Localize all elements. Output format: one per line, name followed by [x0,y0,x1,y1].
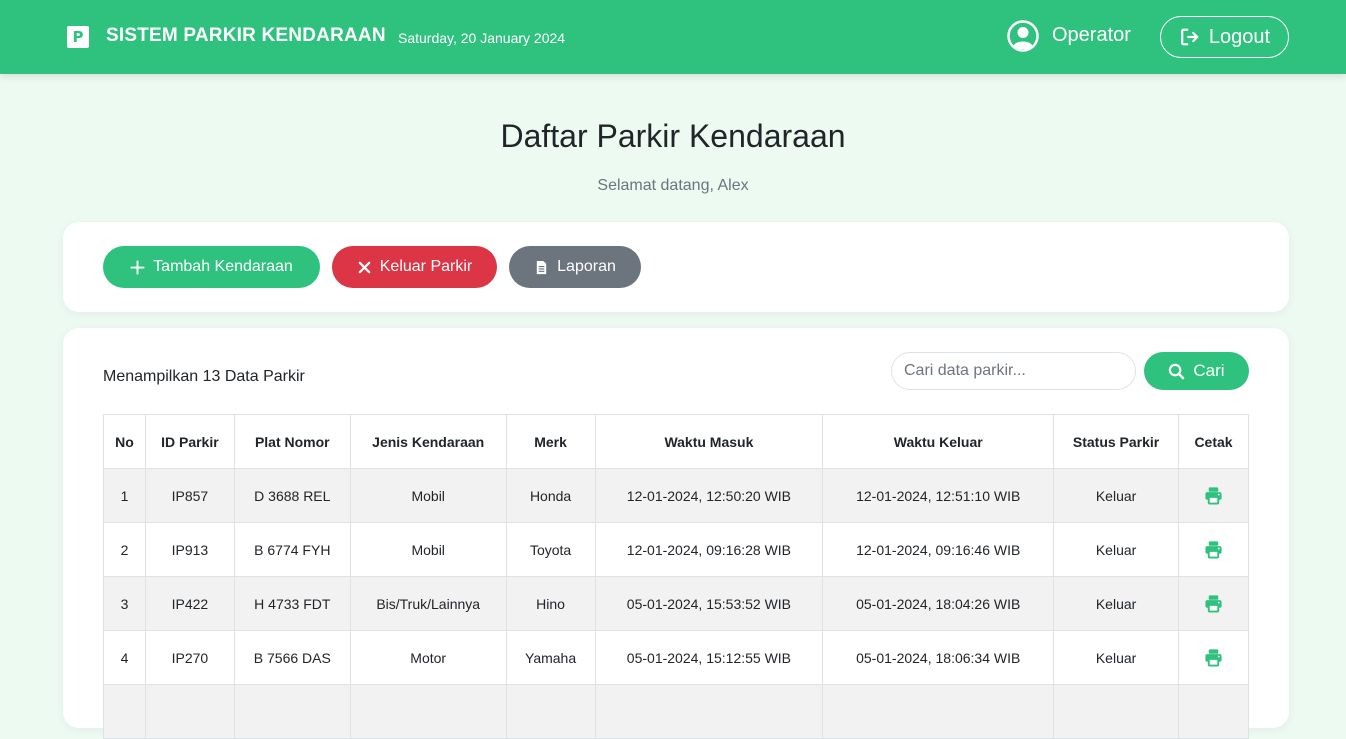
parking-table: No ID Parkir Plat Nomor Jenis Kendaraan … [103,414,1249,739]
cell-time-in: 12-01-2024, 12:50:20 WIB [594,468,824,523]
printer-icon[interactable] [1204,594,1223,613]
cell-vehicle-type: Bis/Truk/Lainnya [349,576,507,631]
cell-no: 1 [103,468,146,523]
cell-status: Keluar [1053,522,1180,577]
cell-parking-id: IP422 [144,576,235,631]
close-icon [358,261,371,273]
search-icon [1169,363,1185,379]
search-label: Cari [1193,361,1225,380]
cell-time-out: 05-01-2024, 18:04:26 WIB [822,576,1055,631]
cell-status: Keluar [1053,468,1180,523]
current-date: Saturday, 20 January 2024 [398,30,566,46]
cell-no [103,684,146,739]
cell-brand: Yamaha [505,630,596,685]
cell-no: 3 [103,576,146,631]
exit-parking-label: Keluar Parkir [379,258,473,275]
column-header-type: Jenis Kendaraan [349,414,507,469]
table-header-row: No ID Parkir Plat Nomor Jenis Kendaraan … [103,414,1249,469]
cell-plate: B 7566 DAS [233,630,351,685]
cell-print [1178,522,1249,577]
logout-label: Logout [1208,25,1271,48]
table-row: 1 IP857 D 3688 REL Mobil Honda 12-01-2024, 12… [103,468,1249,523]
action-card: Tambah Kendaraan Keluar Parkir Laporan [63,222,1289,312]
search-input[interactable] [891,352,1136,390]
cell-parking-id: IP270 [144,630,235,685]
cell-brand: Toyota [505,522,596,577]
cell-print [1178,684,1249,739]
cell-print [1178,630,1249,685]
logout-icon [1181,28,1199,46]
app-title: SISTEM PARKIR KENDARAAN [106,25,386,46]
cell-status: Keluar [1053,630,1180,685]
user-circle-icon[interactable] [1007,20,1039,52]
column-header-brand: Merk [505,414,596,469]
table-row: 2 IP913 B 6774 FYH Mobil Toyota 12-01-2024, 0… [103,522,1249,577]
printer-icon[interactable] [1204,648,1223,667]
column-header-print: Cetak [1178,414,1249,469]
navbar: P SISTEM PARKIR KENDARAAN Saturday, 20 J… [0,0,1346,74]
cell-time-out [822,684,1055,739]
cell-time-in: 05-01-2024, 15:12:55 WIB [594,630,824,685]
cell-plate [233,684,351,739]
cell-time-out: 12-01-2024, 12:51:10 WIB [822,468,1055,523]
cell-time-out: 05-01-2024, 18:06:34 WIB [822,630,1055,685]
cell-parking-id: IP913 [144,522,235,577]
logout-button[interactable]: Logout [1160,16,1289,58]
report-button[interactable]: Laporan [509,246,641,288]
add-vehicle-label: Tambah Kendaraan [153,258,293,275]
welcome-text: Selamat datang, Alex [597,177,749,194]
cell-brand: Hino [505,576,596,631]
exit-parking-button[interactable]: Keluar Parkir [332,246,497,288]
cell-plate: H 4733 FDT [233,576,351,631]
cell-plate: B 6774 FYH [233,522,351,577]
cell-parking-id [144,684,235,739]
record-count: Menampilkan 13 Data Parkir [103,368,305,385]
column-header-status: Status Parkir [1053,414,1180,469]
cell-time-in: 12-01-2024, 09:16:28 WIB [594,522,824,577]
printer-icon[interactable] [1204,540,1223,559]
column-header-time-in: Waktu Masuk [594,414,824,469]
cell-parking-id: IP857 [144,468,235,523]
table-row [103,684,1249,739]
cell-vehicle-type: Mobil [349,522,507,577]
search-button[interactable]: Cari [1144,352,1249,390]
cell-status: Keluar [1053,576,1180,631]
cell-vehicle-type [349,684,507,739]
cell-time-in: 05-01-2024, 15:53:52 WIB [594,576,824,631]
table-row: 3 IP422 H 4733 FDT Bis/Truk/Lainnya Hino 05-0… [103,576,1249,631]
page-title: Daftar Parkir Kendaraan [500,118,846,154]
cell-print [1178,576,1249,631]
cell-status [1053,684,1180,739]
cell-vehicle-type: Mobil [349,468,507,523]
plus-icon [130,259,145,275]
cell-time-in [594,684,824,739]
cell-brand [505,684,596,739]
cell-no: 4 [103,630,146,685]
parking-list-card: Menampilkan 13 Data Parkir Cari No ID Pa… [63,328,1289,739]
cell-no: 2 [103,522,146,577]
column-header-time-out: Waktu Keluar [822,414,1055,469]
report-label: Laporan [557,258,616,275]
cell-plate: D 3688 REL [233,468,351,523]
column-header-plate: Plat Nomor [233,414,351,469]
table-row: 4 IP270 B 7566 DAS Motor Yamaha 05-01-2024, 1… [103,630,1249,685]
cell-print [1178,468,1249,523]
user-role-label[interactable]: Operator [1052,24,1131,47]
add-vehicle-button[interactable]: Tambah Kendaraan [103,246,320,288]
printer-icon[interactable] [1204,486,1223,505]
document-icon [536,260,547,274]
cell-brand: Honda [505,468,596,523]
parking-icon: P [67,26,89,48]
column-header-id: ID Parkir [144,414,235,469]
cell-vehicle-type: Motor [349,630,507,685]
cell-time-out: 12-01-2024, 09:16:46 WIB [822,522,1055,577]
column-header-no: No [103,414,146,469]
